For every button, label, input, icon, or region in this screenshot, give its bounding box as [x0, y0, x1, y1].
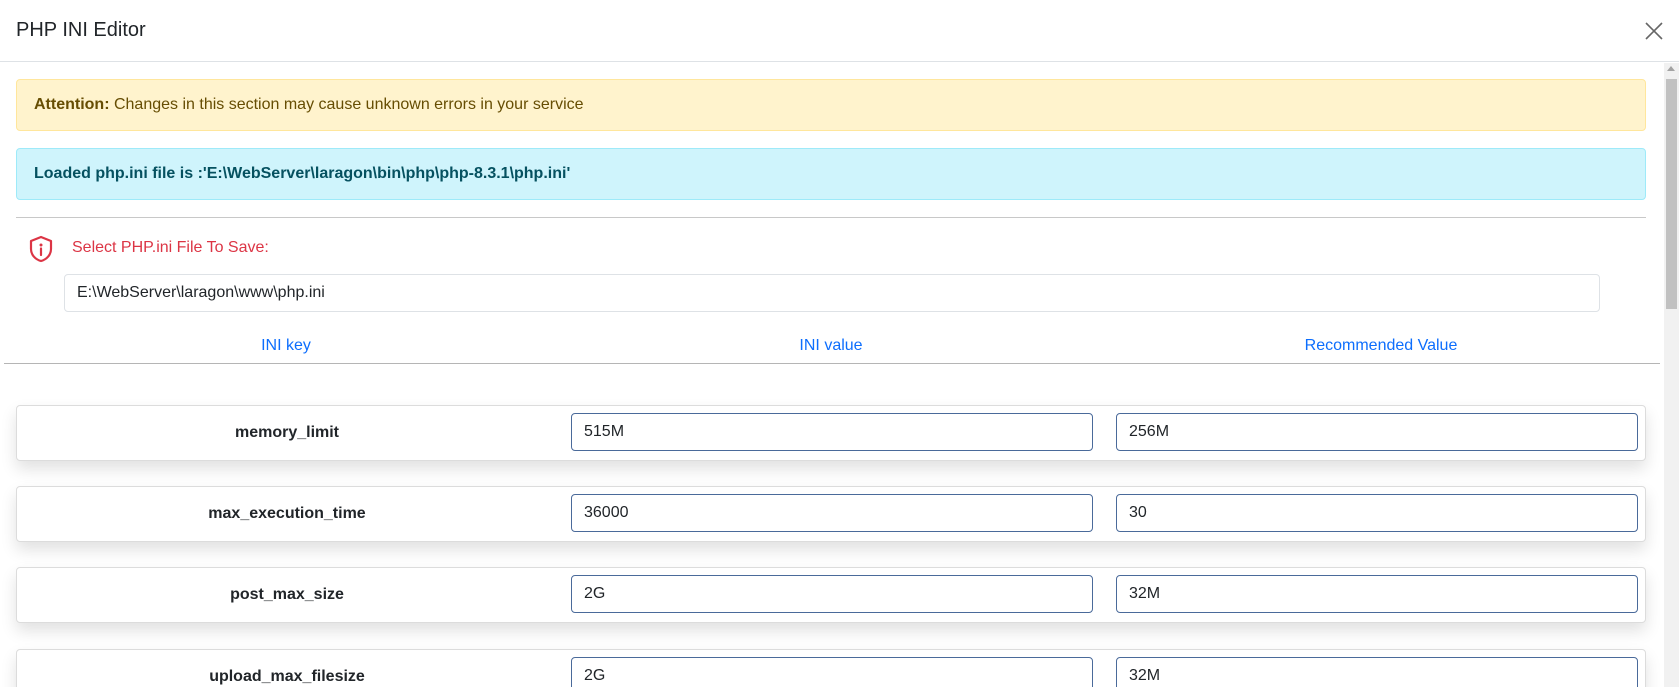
scrollbar-thumb[interactable]: [1666, 79, 1677, 309]
recommended-value-input[interactable]: [1116, 494, 1638, 532]
ini-value-input[interactable]: [571, 575, 1093, 613]
table-row: memory_limit: [16, 405, 1646, 461]
shield-info-icon: [29, 235, 53, 263]
save-file-path-input[interactable]: [64, 274, 1600, 312]
vertical-scrollbar[interactable]: [1664, 63, 1679, 687]
loaded-file-alert: Loaded php.ini file is :'E:\WebServer\la…: [16, 148, 1646, 200]
attention-alert: Attention: Changes in this section may c…: [16, 79, 1646, 131]
table-row: post_max_size: [16, 567, 1646, 623]
attention-text: Changes in this section may cause unknow…: [109, 96, 584, 113]
ini-value-input[interactable]: [571, 413, 1093, 451]
ini-key: max_execution_time: [208, 505, 366, 522]
recommended-value-input[interactable]: [1116, 575, 1638, 613]
close-button[interactable]: [1643, 20, 1665, 42]
ini-value-input[interactable]: [571, 494, 1093, 532]
table-row: upload_max_filesize: [16, 649, 1646, 687]
save-file-label: Select PHP.ini File To Save:: [72, 239, 269, 256]
scroll-up-arrow-icon[interactable]: [1667, 66, 1675, 71]
dialog-title: PHP INI Editor: [16, 19, 146, 41]
attention-label: Attention:: [34, 96, 110, 113]
dialog-header: PHP INI Editor: [0, 0, 1679, 62]
ini-key: upload_max_filesize: [209, 668, 365, 685]
column-header-ini-value: INI value: [799, 337, 863, 354]
recommended-value-input[interactable]: [1116, 413, 1638, 451]
recommended-value-input[interactable]: [1116, 657, 1638, 687]
column-header-ini-key: INI key: [261, 337, 311, 354]
dialog-body: Attention: Changes in this section may c…: [0, 63, 1664, 687]
close-icon: [1645, 22, 1663, 40]
divider: [16, 217, 1646, 218]
table-row: max_execution_time: [16, 486, 1646, 542]
column-header-recommended-value: Recommended Value: [1304, 337, 1458, 354]
header-divider: [4, 363, 1660, 364]
ini-key: post_max_size: [230, 586, 344, 603]
ini-key: memory_limit: [234, 424, 340, 441]
ini-value-input[interactable]: [571, 657, 1093, 687]
